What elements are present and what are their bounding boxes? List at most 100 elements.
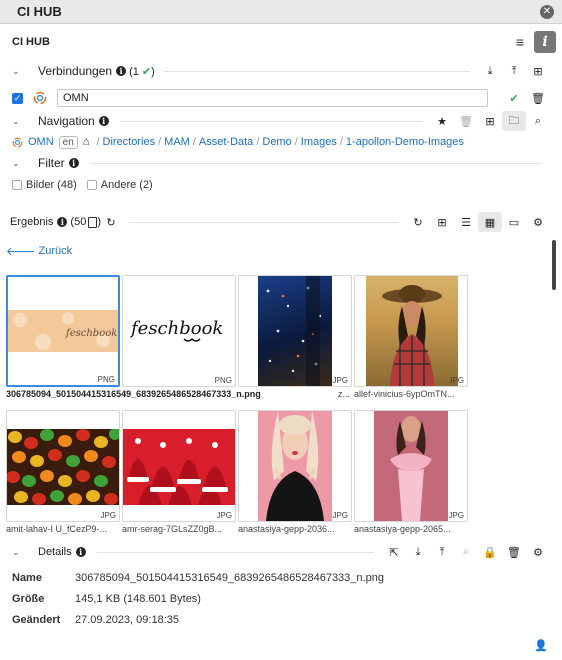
checkbox[interactable] — [12, 180, 22, 190]
lock-icon[interactable]: 🔒 — [478, 542, 502, 562]
window-title: CI HUB — [17, 4, 62, 19]
search-icon[interactable]: ⌕ — [526, 111, 550, 131]
star-icon[interactable]: ★ — [430, 111, 454, 131]
folder-icon[interactable]: 🗀 — [502, 111, 526, 131]
image-thumbnail — [366, 276, 458, 386]
info-icon[interactable]: i — [98, 116, 109, 126]
add-icon[interactable]: ⊞ — [526, 61, 550, 81]
filter-option-other[interactable]: Andere (2) — [86, 179, 153, 191]
grid-item[interactable]: JPG z... — [238, 275, 352, 401]
breadcrumb-item[interactable]: Demo — [262, 136, 291, 148]
connection-checkbox[interactable]: ✓ — [12, 92, 23, 104]
grid-item[interactable]: feschbook PNG — [122, 275, 236, 401]
refresh-icon[interactable]: ↻ — [101, 212, 121, 232]
breadcrumb-item[interactable]: Images — [301, 136, 337, 148]
results-label: Ergebnis — [10, 216, 54, 228]
grid-item[interactable]: JPG allef-vinicius-6ypOmTN... — [354, 275, 468, 401]
card-view-icon[interactable]: ▭ — [502, 212, 526, 232]
file-name: z... — [337, 389, 350, 399]
omn-logo-icon — [33, 91, 47, 105]
info-icon[interactable]: i — [68, 158, 79, 168]
add-icon[interactable]: ⊞ — [478, 111, 502, 131]
info-icon[interactable]: i — [57, 217, 68, 227]
grid-item-thumbnail[interactable]: feschbook PNG — [6, 275, 120, 387]
chevron-down-icon[interactable]: ⌄ — [12, 547, 24, 558]
filter-label: Filter — [38, 156, 65, 170]
home-icon[interactable]: ⌂ — [83, 136, 90, 148]
list-view-icon[interactable]: ☰ — [454, 212, 478, 232]
grid-item[interactable]: JPG anastasiya-gepp-2036... — [238, 410, 352, 536]
grid-item-thumbnail[interactable]: JPG — [6, 410, 120, 522]
details-section: ⌄ Details i ⇱ ⤓ ⤒ ⌕ 🔒 🗑 ⚙ Name 306785094… — [0, 541, 562, 630]
grid-item-thumbnail[interactable]: feschbook PNG — [122, 275, 236, 387]
connection-name-input[interactable] — [57, 89, 488, 107]
check-icon[interactable]: ✔ — [502, 88, 526, 108]
file-name: amit-lahav-I U_fCezP9-... — [6, 524, 108, 534]
file-type-badge: JPG — [448, 376, 464, 385]
document-icon — [88, 216, 98, 228]
grid-item-thumbnail[interactable]: JPG — [238, 410, 352, 522]
breadcrumb-item[interactable]: Asset-Data — [199, 136, 253, 148]
grid-item[interactable]: feschbook PNG 306785094_501504415316549_… — [6, 275, 261, 401]
gear-icon[interactable]: ⚙ — [526, 212, 550, 232]
arrow-left-icon: 🡐 — [6, 246, 36, 258]
results-header: Ergebnis i (50) ↻ ↻ ⊞ ☰ ▦ ▭ ⚙ — [0, 210, 562, 234]
grid-item[interactable]: JPG amr-serag-7GLsZZ0gB... — [122, 410, 236, 536]
breadcrumb-item[interactable]: MAM — [164, 136, 190, 148]
divider — [96, 551, 374, 553]
svg-text:feschbook: feschbook — [65, 328, 117, 339]
trash-icon[interactable]: 🗑 — [502, 542, 526, 562]
file-name: 306785094_501504415316549_68392654865284… — [6, 389, 261, 399]
upload-icon[interactable]: ⤒ — [430, 542, 454, 562]
grid-item-thumbnail[interactable]: JPG — [354, 410, 468, 522]
grid-item-thumbnail[interactable]: JPG — [238, 275, 352, 387]
external-link-icon[interactable]: ⇱ — [382, 542, 406, 562]
trash-icon[interactable]: 🗑 — [454, 111, 478, 131]
connections-label: Verbindungen — [38, 64, 113, 78]
sync-icon[interactable]: ↻ — [406, 212, 430, 232]
filter-option-images[interactable]: Bilder (48) — [12, 179, 77, 191]
divider — [89, 162, 542, 164]
grid-item-thumbnail[interactable]: JPG — [354, 275, 468, 387]
menu-icon[interactable]: ≡ — [510, 34, 530, 50]
zoom-icon[interactable]: ⌕ — [454, 542, 478, 562]
user-icon[interactable]: 👤 — [534, 639, 548, 652]
chevron-down-icon[interactable]: ⌄ — [12, 116, 24, 127]
info-icon[interactable]: i — [75, 547, 86, 557]
grid-view-icon[interactable]: ▦ — [478, 212, 502, 232]
breadcrumb-item[interactable]: 1-apollon-Demo-Images — [346, 136, 464, 148]
info-icon[interactable]: i — [534, 31, 556, 53]
divider — [129, 221, 398, 223]
svg-text:feschbook: feschbook — [129, 318, 223, 339]
download-icon[interactable]: ⤓ — [406, 542, 430, 562]
file-type-badge: PNG — [214, 376, 232, 385]
trash-icon[interactable]: 🗑 — [526, 88, 550, 108]
checkbox[interactable] — [86, 180, 97, 190]
scrollbar[interactable] — [552, 240, 556, 290]
image-thumbnail — [258, 276, 332, 386]
breadcrumb-source[interactable]: OMN — [28, 136, 54, 148]
grid-item[interactable]: JPG amit-lahav-I U_fCezP9-... — [6, 410, 120, 536]
add-icon[interactable]: ⊞ — [430, 212, 454, 232]
grid-item[interactable]: JPG anastasiya-gepp-2065... — [354, 410, 468, 536]
image-thumbnail — [7, 429, 119, 505]
divider — [119, 120, 422, 122]
chevron-down-icon[interactable]: ⌄ — [12, 158, 24, 169]
filter-section-header: ⌄ Filter i — [0, 152, 562, 174]
gear-icon[interactable]: ⚙ — [526, 542, 550, 562]
breadcrumb-item[interactable]: Directories — [103, 136, 156, 148]
back-link[interactable]: 🡐 Zurück — [0, 242, 562, 260]
close-icon[interactable]: ✕ — [540, 4, 554, 19]
grid-item-thumbnail[interactable]: JPG — [122, 410, 236, 522]
language-badge[interactable]: en — [58, 135, 78, 149]
upload-icon[interactable]: ⤒ — [502, 61, 526, 81]
connection-row: ✓ ✔ 🗑 — [0, 86, 562, 110]
download-icon[interactable]: ⤓ — [478, 61, 502, 81]
image-thumbnail — [258, 411, 332, 521]
file-name: anastasiya-gepp-2036... — [238, 524, 335, 534]
results-count: (50) — [70, 216, 101, 228]
chevron-down-icon[interactable]: ⌄ — [12, 66, 24, 77]
info-icon[interactable]: i — [116, 66, 127, 76]
image-thumbnail — [123, 429, 235, 505]
image-thumbnail — [374, 411, 448, 521]
